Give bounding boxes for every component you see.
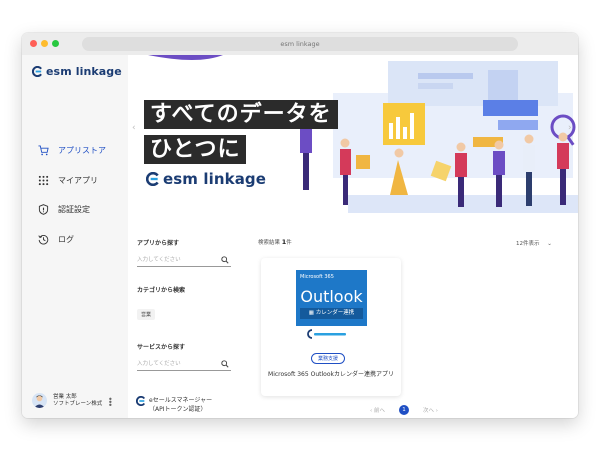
banner-logo: esm linkage [146,170,266,188]
app-search-placeholder: 入力してください [137,257,181,263]
prev-page-button[interactable]: ‹ 前へ [370,406,385,414]
user-menu-icon[interactable]: • • • [108,396,113,410]
filter-panel: アプリから探す 入力してください カテゴリから検索 営業 サービスから探す 入力… [137,238,232,389]
category-tag: 業務支援 [311,353,346,364]
history-icon [38,235,49,245]
app-card-image: Microsoft 365 Outlook ▦ カレンダー連携 [296,270,367,342]
banner-headline-line1: すべてのデータを [144,100,338,129]
app-card-image-band: ▦ カレンダー連携 [300,308,363,319]
grid-icon [38,175,49,186]
carousel-prev-icon[interactable]: ‹ [132,123,136,133]
app-card-image-title: Outlook [300,287,363,306]
next-page-label: 次へ [422,408,434,414]
cart-icon [38,145,49,156]
search-icon[interactable] [221,256,229,264]
sidebar-item-my-apps[interactable]: マイアプリ [38,175,98,186]
minimize-window-button[interactable] [41,40,48,47]
service-item-line2: （APIトークン認証） [149,406,207,413]
sidebar-item-auth-settings[interactable]: 認証設定 [38,204,90,215]
user-company: ソフトブレーン株式 [53,400,103,407]
avatar [32,393,47,408]
user-name: 営業 太郎 [53,393,77,400]
sidebar-item-log[interactable]: ログ [38,234,74,245]
result-count-unit: 件 [286,240,292,246]
sidebar-item-label: ログ [58,235,74,244]
banner-headline-line2: ひとつに [144,135,247,164]
esm-logo-strip-icon [307,329,346,339]
logo-mark-icon [32,66,42,77]
banner-logo-text: esm linkage [163,170,267,188]
shield-icon [38,204,49,215]
service-search-label: サービスから探す [137,344,186,351]
service-item-line1: eセールスマネージャー [149,397,213,404]
sidebar-item-label: 認証設定 [58,205,90,214]
chevron-down-icon: ⌄ [547,241,552,247]
category-label: カテゴリから検索 [137,287,186,294]
close-window-button[interactable] [30,40,37,47]
sidebar: esm linkage アプリストア マイアプリ 認証設定 ログ 営業 太郎 ソ… [22,55,129,418]
per-page-value: 12件表示 [516,241,540,247]
search-icon[interactable] [221,360,229,368]
user-profile[interactable]: 営業 太郎 ソフトブレーン株式 [32,393,102,408]
app-logo[interactable]: esm linkage [32,65,122,78]
next-page-button[interactable]: 次へ › [423,406,438,414]
browser-titlebar: esm linkage [22,33,578,56]
per-page-select[interactable]: 12件表示 ⌄ [516,239,552,247]
result-count-label: 検索結果 [258,240,281,246]
page-number-current[interactable]: 1 [398,405,409,415]
app-card-image-label: Microsoft 365 [300,274,334,280]
app-card-title: Microsoft 365 Outlookカレンダー連携アプリ [268,371,394,378]
carousel-next-icon[interactable]: › [568,123,572,133]
app-card-image-footer [296,326,367,342]
service-search-placeholder: 入力してください [137,361,181,367]
calendar-icon: ▦ [308,310,316,316]
app-card[interactable]: Microsoft 365 Outlook ▦ カレンダー連携 業務支援 Mic… [261,258,401,396]
result-count: 検索結果 1件 [258,238,292,246]
sidebar-item-label: アプリストア [58,146,106,155]
esm-service-icon [136,396,146,406]
app-card-image-band-text: カレンダー連携 [315,310,355,316]
service-item[interactable]: eセールスマネージャー （APIトークン認証） [136,396,212,414]
banner-illustration [148,55,578,213]
prev-page-label: 前へ [373,408,385,414]
logo-mark-icon [146,172,159,186]
app-name: esm linkage [46,65,122,78]
category-chip[interactable]: 営業 [137,309,156,320]
user-avatar-icon [34,395,45,408]
hero-banner[interactable]: すべてのデータを ひとつに esm linkage ‹ › [128,55,578,213]
app-search-label: アプリから探す [137,240,180,247]
pagination: ‹ 前へ 1 次へ › [370,405,438,415]
sidebar-item-label: マイアプリ [58,176,98,185]
service-search-input[interactable]: 入力してください [137,358,231,371]
sidebar-item-app-store[interactable]: アプリストア [38,145,106,156]
maximize-window-button[interactable] [52,40,59,47]
app-search-input[interactable]: 入力してください [137,254,231,267]
address-bar[interactable]: esm linkage [82,37,518,51]
